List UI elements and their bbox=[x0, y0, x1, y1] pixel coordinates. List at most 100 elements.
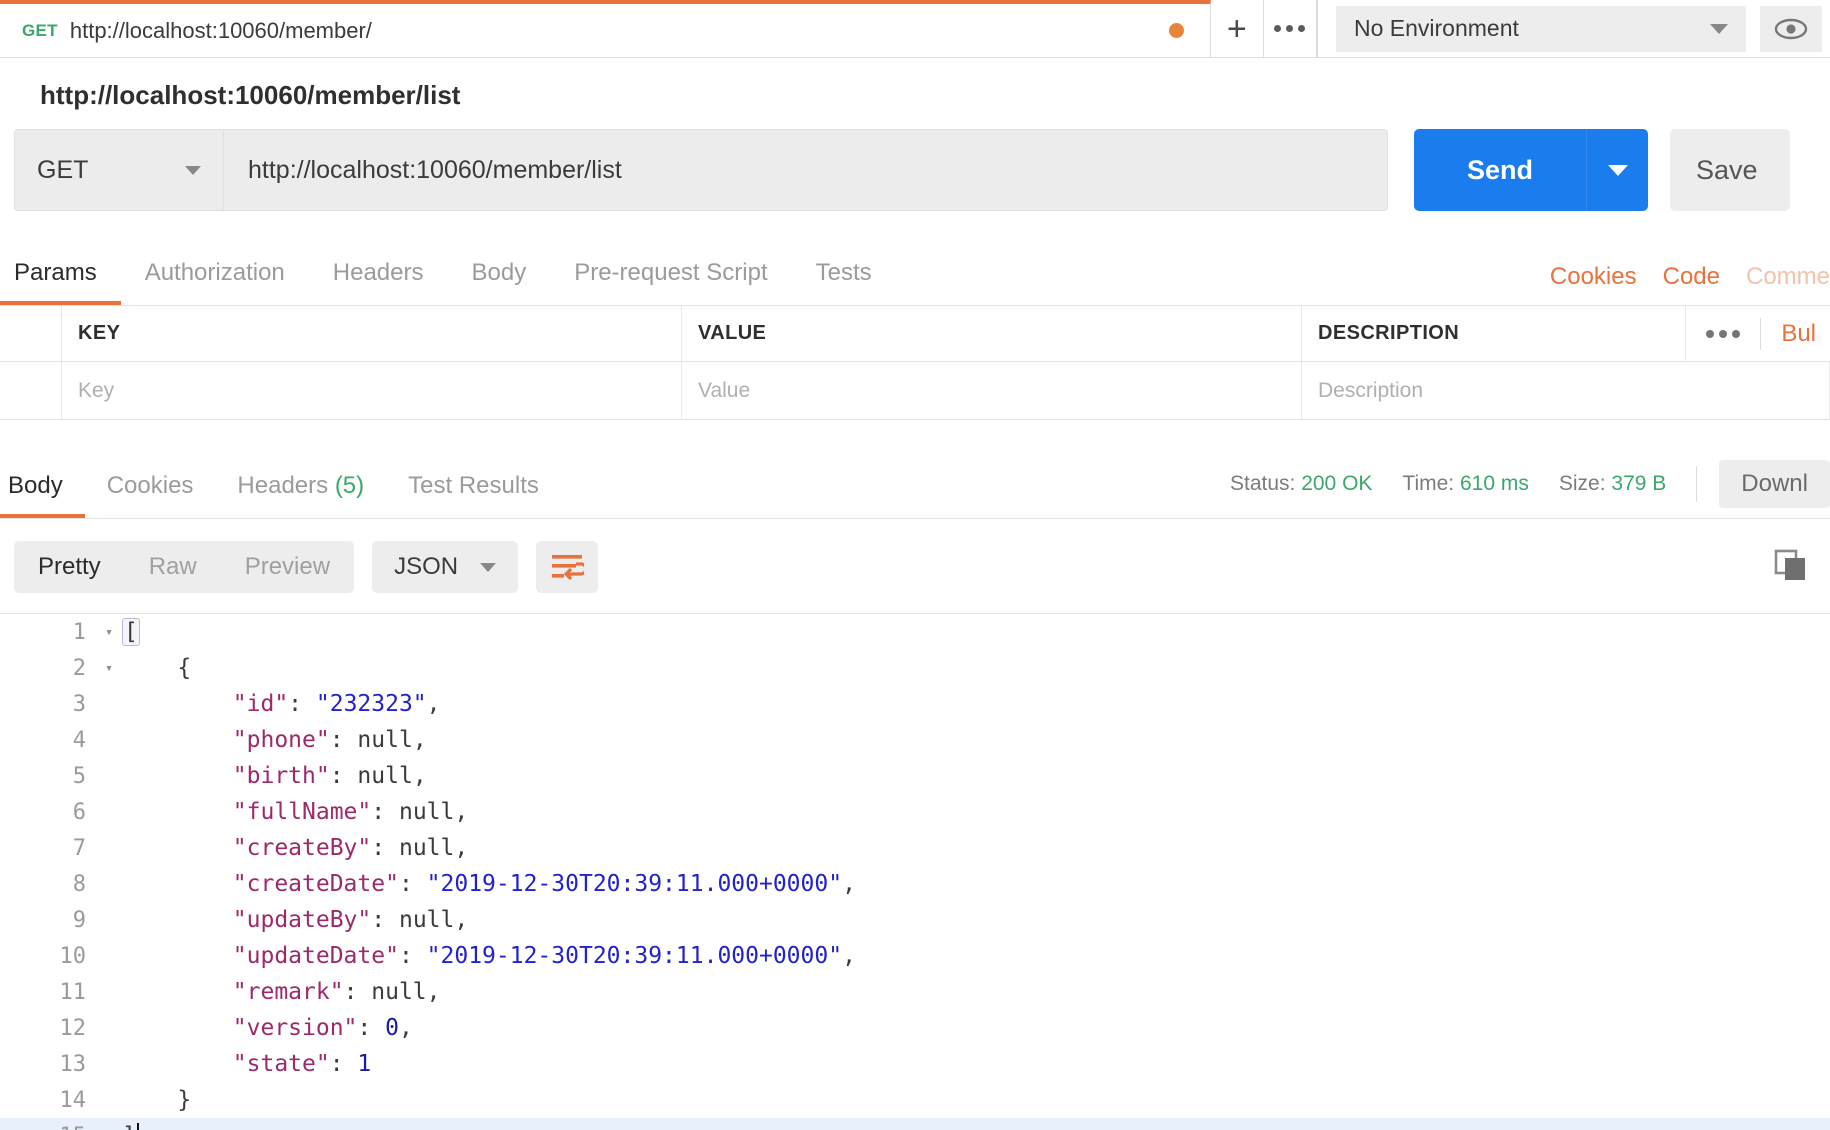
params-description-input[interactable]: Description bbox=[1302, 362, 1830, 419]
code-line: 9 "updateBy": null, bbox=[0, 902, 1830, 938]
request-title: http://localhost:10060/member/list bbox=[40, 80, 461, 110]
params-value-input[interactable]: Value bbox=[682, 362, 1302, 419]
line-number: 14 bbox=[59, 1087, 87, 1113]
word-wrap-button[interactable] bbox=[536, 541, 599, 593]
time-label: Time: bbox=[1402, 472, 1455, 495]
view-mode-preview[interactable]: Preview bbox=[221, 541, 354, 593]
tab-params[interactable]: Params bbox=[0, 259, 121, 305]
chevron-down-icon bbox=[1607, 164, 1628, 176]
request-tab[interactable]: GET http://localhost:10060/member/ bbox=[0, 0, 1211, 57]
code-line-text: "phone": null, bbox=[232, 727, 427, 753]
code-line-text: "birth": null, bbox=[232, 763, 427, 789]
tab-body[interactable]: Body bbox=[448, 259, 551, 305]
send-options-button[interactable] bbox=[1586, 129, 1648, 211]
chevron-down-icon bbox=[1709, 23, 1728, 34]
line-number: 1 bbox=[72, 619, 86, 645]
code-line: 4 "phone": null, bbox=[0, 722, 1830, 758]
tab-headers[interactable]: Headers bbox=[309, 259, 448, 305]
line-number: 15 bbox=[0, 1124, 96, 1130]
line-number: 8 bbox=[72, 871, 86, 897]
code-line-text: } bbox=[177, 1087, 192, 1113]
environment-quick-look-button[interactable] bbox=[1759, 5, 1822, 52]
params-tools: Bul bbox=[1686, 306, 1830, 361]
line-number: 2 bbox=[72, 655, 86, 681]
code-line: 6 "fullName": null, bbox=[0, 794, 1830, 830]
params-row-checkbox-cell[interactable] bbox=[0, 362, 62, 419]
tab-url-label: http://localhost:10060/member/ bbox=[69, 17, 372, 43]
tab-tests[interactable]: Tests bbox=[792, 259, 896, 305]
http-method-select[interactable]: GET bbox=[14, 129, 224, 211]
response-body-code[interactable]: 1 ▾[2 ▾ {3 "id": "232323", 4 "phone": null,… bbox=[0, 613, 1830, 1130]
response-tab-test-results[interactable]: Test Results bbox=[386, 472, 561, 518]
params-tools-divider bbox=[1760, 317, 1762, 350]
send-button[interactable]: Send bbox=[1414, 129, 1586, 211]
tab-options-button[interactable] bbox=[1263, 0, 1317, 57]
code-line-text: "createBy": null, bbox=[232, 835, 469, 861]
code-line-text: "createDate": "2019-12-30T20:39:11.000+0… bbox=[232, 871, 856, 897]
code-line-text: "version": 0, bbox=[232, 1015, 413, 1041]
send-group: Send bbox=[1414, 129, 1648, 211]
copy-response-button[interactable] bbox=[1772, 547, 1808, 588]
line-number: 5 bbox=[72, 763, 86, 789]
response-headers-count: (5) bbox=[334, 472, 365, 499]
cookies-link[interactable]: Cookies bbox=[1550, 263, 1637, 291]
tab-method-label: GET bbox=[22, 20, 58, 40]
view-mode-raw[interactable]: Raw bbox=[125, 541, 221, 593]
plus-icon: + bbox=[1226, 9, 1247, 48]
params-header-key: KEY bbox=[62, 306, 682, 361]
line-number: 9 bbox=[72, 907, 86, 933]
code-line: 11 "remark": null, bbox=[0, 974, 1830, 1010]
tab-pre-request-script[interactable]: Pre-request Script bbox=[550, 259, 791, 305]
code-line-text: "fullName": null, bbox=[232, 799, 469, 825]
request-tabs-list: Params Authorization Headers Body Pre-re… bbox=[0, 259, 896, 305]
tab-authorization[interactable]: Authorization bbox=[121, 259, 309, 305]
ellipsis-icon bbox=[1274, 25, 1306, 32]
params-key-input[interactable]: Key bbox=[62, 362, 682, 419]
response-tab-body[interactable]: Body bbox=[0, 472, 85, 518]
response-meta: Status: 200 OK Time: 610 ms Size: 379 B … bbox=[1230, 460, 1830, 518]
code-line-text: { bbox=[177, 655, 192, 681]
url-input[interactable]: http://localhost:10060/member/list bbox=[224, 129, 1388, 211]
response-tab-headers[interactable]: Headers (5) bbox=[215, 472, 386, 518]
params-input-row: Key Value Description bbox=[0, 362, 1830, 420]
request-tab-links: Cookies Code Comme bbox=[1550, 263, 1830, 305]
bulk-edit-link[interactable]: Bul bbox=[1781, 320, 1816, 348]
time-badge: Time: 610 ms bbox=[1402, 472, 1528, 496]
code-line: 8 "createDate": "2019-12-30T20:39:11.000… bbox=[0, 866, 1830, 902]
status-value: 200 OK bbox=[1301, 472, 1373, 495]
fold-toggle-icon[interactable]: ▾ bbox=[96, 625, 122, 640]
line-number: 13 bbox=[59, 1051, 87, 1077]
code-line-text: "id": "232323", bbox=[232, 691, 441, 717]
comments-link[interactable]: Comme bbox=[1746, 263, 1830, 291]
tab-bar: GET http://localhost:10060/member/ + No … bbox=[0, 0, 1830, 58]
code-line: 3 "id": "232323", bbox=[0, 686, 1830, 722]
save-button[interactable]: Save bbox=[1670, 129, 1790, 211]
line-number: 6 bbox=[72, 799, 86, 825]
code-link[interactable]: Code bbox=[1663, 263, 1720, 291]
params-options-icon[interactable] bbox=[1706, 329, 1741, 338]
code-line: 10 "updateDate": "2019-12-30T20:39:11.00… bbox=[0, 938, 1830, 974]
url-row: GET http://localhost:10060/member/list S… bbox=[0, 129, 1830, 211]
code-line-text: "updateDate": "2019-12-30T20:39:11.000+0… bbox=[232, 943, 856, 969]
code-line: 12 "version": 0, bbox=[0, 1010, 1830, 1046]
line-number: 4 bbox=[72, 727, 86, 753]
download-button[interactable]: Downl bbox=[1719, 460, 1830, 508]
unsaved-indicator-icon bbox=[1168, 23, 1184, 38]
line-number: 11 bbox=[59, 979, 87, 1005]
view-mode-pretty[interactable]: Pretty bbox=[14, 541, 125, 593]
line-number: 3 bbox=[72, 691, 86, 717]
time-value: 610 ms bbox=[1460, 472, 1529, 495]
status-label: Status: bbox=[1229, 472, 1296, 495]
environment-selector[interactable]: No Environment bbox=[1335, 5, 1746, 52]
line-number: 7 bbox=[72, 835, 86, 861]
code-line-text: ] bbox=[122, 1123, 139, 1130]
format-select[interactable]: JSON bbox=[372, 541, 519, 593]
response-bar: Body Cookies Headers (5) Test Results St… bbox=[0, 442, 1830, 519]
response-tab-cookies[interactable]: Cookies bbox=[85, 472, 216, 518]
response-tab-headers-label: Headers bbox=[237, 472, 329, 499]
code-line: 1 ▾[ bbox=[0, 614, 1830, 650]
response-view-toolbar: Pretty Raw Preview JSON bbox=[0, 519, 1830, 613]
fold-toggle-icon[interactable]: ▾ bbox=[96, 661, 122, 676]
new-tab-button[interactable]: + bbox=[1210, 0, 1264, 57]
http-method-label: GET bbox=[37, 155, 89, 184]
